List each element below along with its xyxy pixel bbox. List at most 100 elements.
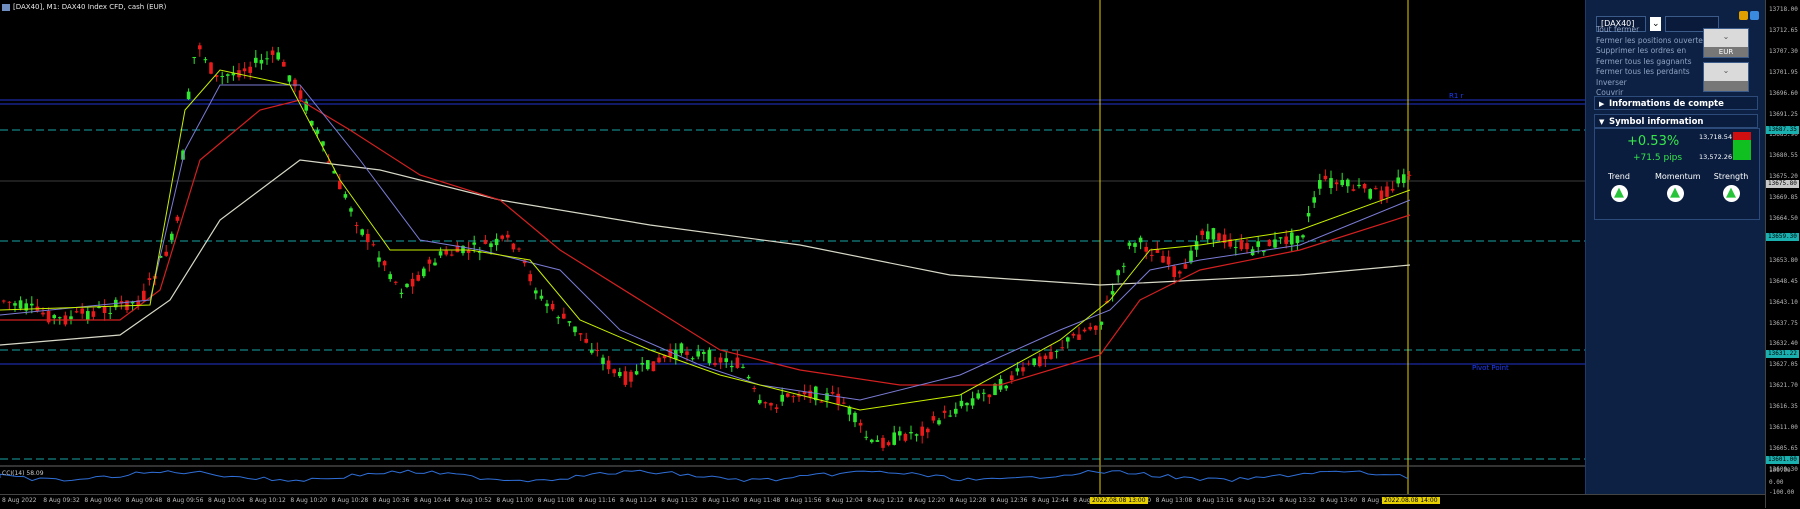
candle-body: [1334, 182, 1339, 185]
candle-body: [646, 360, 650, 370]
stepper-chevron-icon[interactable]: ⌄: [1704, 63, 1748, 81]
candle-body: [377, 257, 381, 262]
candle-body: [1318, 180, 1322, 189]
candle-body: [825, 393, 829, 401]
candle-body: [1245, 243, 1249, 250]
menu-item[interactable]: Fermer tous les gagnants: [1596, 57, 1707, 68]
candle-body: [1004, 385, 1008, 389]
candle-body: [679, 343, 684, 354]
candle-body: [276, 52, 280, 60]
candle-body: [74, 311, 79, 313]
range-bar: [1733, 132, 1751, 160]
candle-body: [1407, 174, 1412, 176]
lot-size-stepper[interactable]: ⌄ EUR: [1703, 28, 1749, 58]
price-tick-label: 13605.65: [1769, 444, 1798, 452]
candle-body: [903, 433, 908, 441]
candle-body: [1172, 266, 1176, 277]
candle-body: [427, 259, 432, 264]
candle-body: [567, 321, 572, 323]
candle-body: [1138, 237, 1143, 243]
candle-body: [1010, 375, 1014, 381]
candle-body: [976, 393, 980, 399]
time-tick-label: 8 Aug 12:28: [949, 497, 987, 504]
momentum-indicator: Momentum ▲: [1655, 172, 1701, 202]
candle-body: [690, 358, 695, 360]
time-tick-label: 8 Aug 09:40: [84, 497, 122, 504]
chart-title: [DAX40], M1: DAX40 Index CFD, cash (EUR): [2, 3, 166, 11]
candle-body: [786, 393, 790, 397]
account-info-header[interactable]: ▶ Informations de compte: [1594, 96, 1758, 110]
candle-body: [1402, 174, 1406, 183]
time-tick-label: 8 Aug 2022: [2, 497, 37, 504]
candle-body: [987, 394, 992, 398]
candle-body: [830, 392, 835, 394]
candle-body: [1357, 184, 1361, 187]
price-tick-label: 13643.10: [1769, 298, 1798, 306]
price-tick-label: 13653.80: [1769, 256, 1798, 264]
symbol-info-header[interactable]: ▼ Symbol information: [1594, 114, 1758, 128]
menu-item[interactable]: Inverser: [1596, 78, 1707, 89]
trend-indicator: Trend ▲: [1608, 172, 1630, 202]
candle-body: [1183, 264, 1188, 269]
arrow-up-icon: ▲: [1666, 185, 1684, 202]
candle-body: [1043, 355, 1048, 360]
candle-body: [1077, 334, 1081, 340]
time-tick-label: 8 Aug 10:28: [331, 497, 369, 504]
candle-body: [842, 402, 846, 404]
candle-body: [1379, 190, 1384, 200]
menu-item[interactable]: Supprimer les ordres en: [1596, 46, 1707, 57]
risk-stepper[interactable]: ⌄: [1703, 62, 1749, 92]
chart-area[interactable]: [0, 0, 1765, 494]
time-axis[interactable]: 8 Aug 2022 8 Aug 09:32 8 Aug 09:40 8 Aug 09…: [0, 494, 1765, 509]
price-tick-label: 13712.65: [1769, 26, 1798, 34]
candle-body: [858, 422, 863, 426]
candle-body: [573, 326, 577, 333]
time-tick-label: 8 Aug 11:00: [496, 497, 534, 504]
time-tick-label: 8 Aug 12:20: [908, 497, 946, 504]
candle-body: [58, 317, 62, 319]
price-tick-label: 13627.05: [1769, 361, 1798, 369]
candle-body: [349, 208, 353, 212]
gear-icon[interactable]: [1749, 11, 1759, 20]
candle-body: [52, 315, 56, 319]
price-tick-label: 13718.00: [1769, 6, 1798, 13]
oscillator-tick-label: 0.00: [1769, 479, 1784, 486]
time-tick-label: 8 Aug 11:48: [743, 497, 781, 504]
candle-body: [618, 372, 622, 377]
price-chart[interactable]: [0, 0, 1765, 494]
time-tick-label: 8 Aug 10:36: [372, 497, 410, 504]
stepper-chevron-icon[interactable]: ⌄: [1704, 29, 1748, 47]
candle-body: [926, 428, 930, 433]
ma-red-line: [0, 99, 1411, 386]
candle-body: [959, 400, 964, 407]
candle-body: [1099, 321, 1104, 325]
candle-body: [1082, 329, 1087, 332]
candle-body: [657, 357, 661, 363]
price-tick-label: 13707.30: [1769, 47, 1798, 55]
candle-body: [730, 365, 734, 368]
arrow-up-icon: ▲: [1722, 185, 1740, 202]
candle-body: [494, 238, 499, 246]
candle-body: [360, 229, 364, 235]
candle-body: [550, 303, 555, 310]
symbol-info-box: +0.53% +71.5 pips 13,718.54 13,572.26 Tr…: [1594, 128, 1760, 220]
candle-body: [1038, 356, 1042, 367]
candle-body: [1015, 368, 1020, 372]
menu-item[interactable]: Fermer les positions ouvertes: [1596, 36, 1707, 47]
menu-item[interactable]: Fermer tous les perdants: [1596, 67, 1707, 78]
candle-body: [601, 357, 605, 364]
time-tick-label: 8 Aug 13:16: [1196, 497, 1234, 504]
time-tick-label: 8 Aug 12:04: [826, 497, 863, 504]
day-high: 13,718.54: [1699, 133, 1733, 141]
price-axis[interactable]: 13718.00 13712.65 13707.30 13701.95 13696.60…: [1765, 0, 1800, 508]
price-tick-label: 13680.55: [1769, 152, 1798, 160]
candle-body: [1217, 233, 1221, 241]
alert-icon[interactable]: [1738, 11, 1748, 20]
candle-body: [472, 242, 476, 245]
price-level-tag: 13631.22: [1766, 350, 1799, 358]
time-tick-label: 8 Aug 12:44: [1032, 497, 1069, 504]
menu-item[interactable]: Tout fermer: [1596, 25, 1707, 36]
candle-body: [528, 274, 532, 282]
candle-body: [1306, 212, 1311, 217]
candle-body: [410, 278, 415, 287]
